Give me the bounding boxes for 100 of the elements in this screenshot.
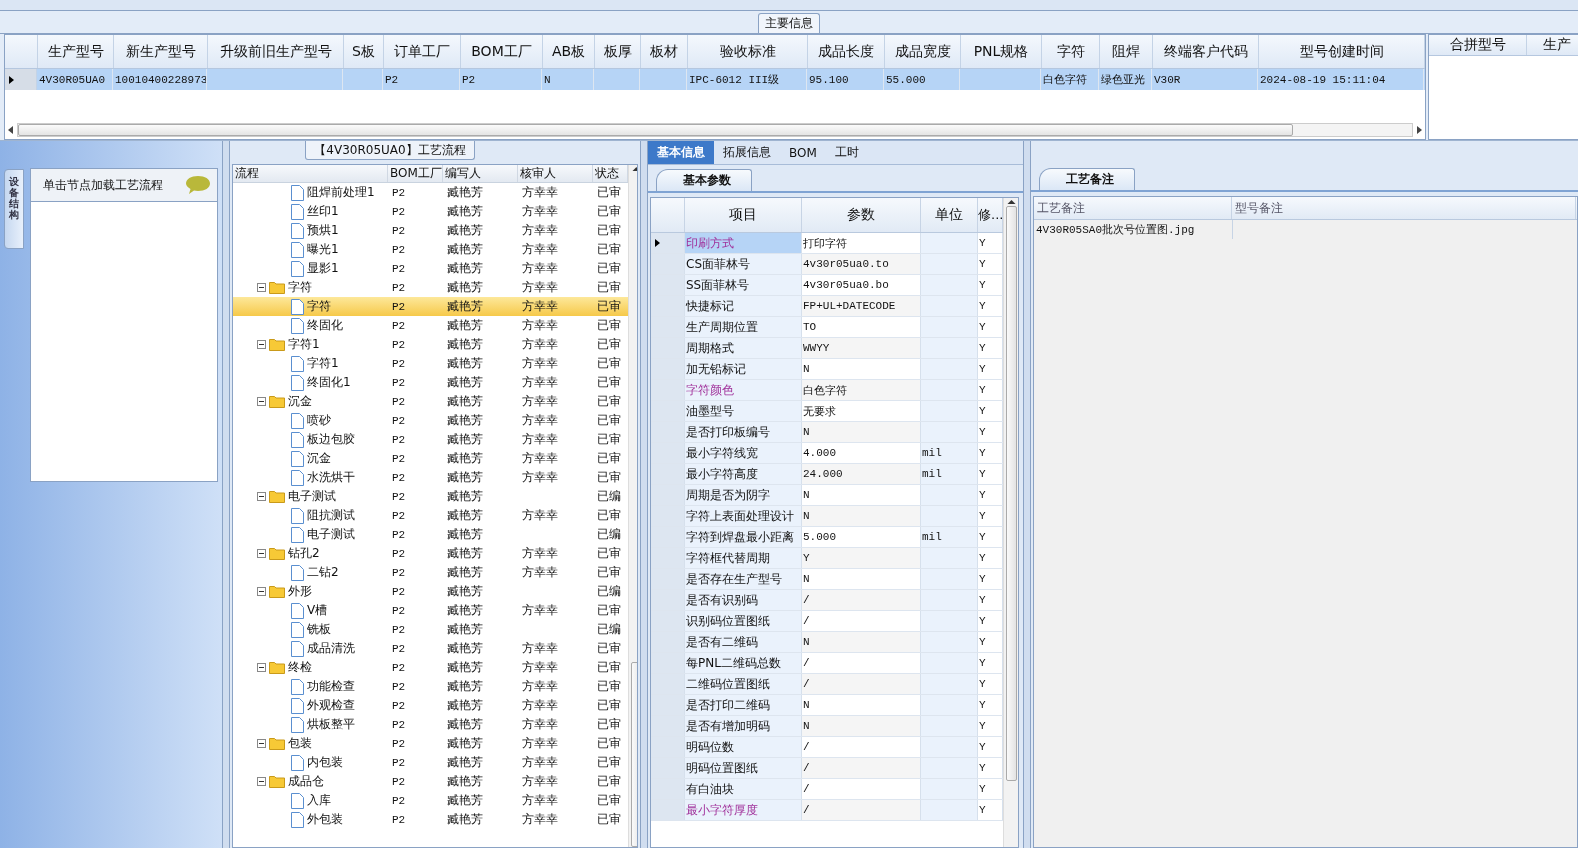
tree-row[interactable]: 终固化 P2 臧艳芳 方幸幸 已审 bbox=[233, 316, 628, 335]
column-header[interactable]: 单位 bbox=[921, 198, 978, 232]
tree-row[interactable]: 铣板 P2 臧艳芳 已编 bbox=[233, 620, 628, 639]
table-row[interactable]: 生产周期位置 TO Y bbox=[651, 317, 1003, 338]
column-header[interactable]: BOM工厂 bbox=[388, 165, 443, 182]
scroll-right-icon[interactable] bbox=[1415, 125, 1423, 135]
collapse-icon[interactable] bbox=[257, 549, 266, 558]
column-header[interactable]: 成品长度 bbox=[808, 35, 885, 68]
tree-row[interactable]: 丝印1 P2 臧艳芳 方幸幸 已审 bbox=[233, 202, 628, 221]
column-header[interactable]: 验收标准 bbox=[688, 35, 808, 68]
tree-row[interactable]: 板边包胶 P2 臧艳芳 方幸幸 已审 bbox=[233, 430, 628, 449]
column-header[interactable]: 型号备注 bbox=[1232, 197, 1576, 219]
table-row[interactable]: 明码位数 / Y bbox=[651, 737, 1003, 758]
table-row[interactable]: SS面菲林号 4v30r05ua0.bo Y bbox=[651, 275, 1003, 296]
collapse-icon[interactable] bbox=[257, 397, 266, 406]
column-header[interactable]: 终端客户代码 bbox=[1153, 35, 1259, 68]
table-row[interactable]: 是否存在生产型号 N Y bbox=[651, 569, 1003, 590]
table-row[interactable]: 二维码位置图纸 / Y bbox=[651, 674, 1003, 695]
tree-row[interactable]: 内包装 P2 臧艳芳 方幸幸 已审 bbox=[233, 753, 628, 772]
tab[interactable]: 工时 bbox=[825, 141, 868, 164]
collapse-icon[interactable] bbox=[257, 663, 266, 672]
table-row[interactable]: 最小字符厚度 / Y bbox=[651, 800, 1003, 821]
column-header[interactable]: 订单工厂 bbox=[384, 35, 461, 68]
column-header[interactable]: 项目 bbox=[685, 198, 802, 232]
tree-row[interactable]: 钻孔2 P2 臧艳芳 方幸幸 已审 bbox=[233, 544, 628, 563]
tree-row[interactable]: 成品清洗 P2 臧艳芳 方幸幸 已审 bbox=[233, 639, 628, 658]
tree-row[interactable]: 外包装 P2 臧艳芳 方幸幸 已审 bbox=[233, 810, 628, 829]
tree-row[interactable]: 字符 P2 臧艳芳 方幸幸 已审 bbox=[233, 297, 628, 316]
column-header[interactable]: 新生产型号 bbox=[114, 35, 208, 68]
tree-row[interactable]: 字符 P2 臧艳芳 方幸幸 已审 bbox=[233, 278, 628, 297]
tree-row[interactable]: 字符1 P2 臧艳芳 方幸幸 已审 bbox=[233, 335, 628, 354]
column-header[interactable]: 生产 bbox=[1527, 35, 1578, 55]
table-row[interactable]: 油墨型号 无要求 Y bbox=[651, 401, 1003, 422]
table-row[interactable]: 每PNL二维码总数 / Y bbox=[651, 653, 1003, 674]
table-row[interactable]: 识别码位置图纸 / Y bbox=[651, 611, 1003, 632]
tree-row[interactable]: 电子测试 P2 臧艳芳 已编 bbox=[233, 525, 628, 544]
tree-row[interactable]: 功能检查 P2 臧艳芳 方幸幸 已审 bbox=[233, 677, 628, 696]
tree-row[interactable]: 阻抗测试 P2 臧艳芳 方幸幸 已审 bbox=[233, 506, 628, 525]
column-header[interactable]: 参数 bbox=[802, 198, 921, 232]
collapse-icon[interactable] bbox=[257, 739, 266, 748]
column-header[interactable]: BOM工厂 bbox=[461, 35, 543, 68]
tree-row[interactable]: 阻焊前处理1 P2 臧艳芳 方幸幸 已审 bbox=[233, 183, 628, 202]
tree-row[interactable]: 喷砂 P2 臧艳芳 方幸幸 已审 bbox=[233, 411, 628, 430]
column-header[interactable]: 升级前旧生产型号 bbox=[208, 35, 344, 68]
collapse-icon[interactable] bbox=[257, 492, 266, 501]
tab[interactable]: 拓展信息 bbox=[714, 141, 780, 164]
table-row[interactable]: CS面菲林号 4v30r05ua0.to Y bbox=[651, 254, 1003, 275]
vertical-tab[interactable]: 设备结构 bbox=[4, 169, 24, 249]
tree-row[interactable]: 外形 P2 臧艳芳 已编 bbox=[233, 582, 628, 601]
tree-row[interactable]: 显影1 P2 臧艳芳 方幸幸 已审 bbox=[233, 259, 628, 278]
table-row[interactable]: 是否打印二维码 N Y bbox=[651, 695, 1003, 716]
table-row[interactable]: 是否有二维码 N Y bbox=[651, 632, 1003, 653]
tree-row[interactable]: 水洗烘干 P2 臧艳芳 方幸幸 已审 bbox=[233, 468, 628, 487]
column-header[interactable]: 编写人 bbox=[443, 165, 518, 182]
tree-row[interactable]: 包装 P2 臧艳芳 方幸幸 已审 bbox=[233, 734, 628, 753]
collapse-icon[interactable] bbox=[257, 340, 266, 349]
column-header[interactable]: 流程 bbox=[233, 165, 388, 182]
table-row[interactable]: 印刷方式 打印字符 Y bbox=[651, 233, 1003, 254]
tree-row[interactable]: 沉金 P2 臧艳芳 方幸幸 已审 bbox=[233, 449, 628, 468]
column-header[interactable]: 成品宽度 bbox=[885, 35, 961, 68]
vertical-scrollbar[interactable] bbox=[1003, 198, 1018, 847]
column-header[interactable]: 字符 bbox=[1042, 35, 1100, 68]
table-row[interactable]: 字符颜色 白色字符 Y bbox=[651, 380, 1003, 401]
horizontal-scrollbar[interactable] bbox=[7, 123, 1423, 137]
collapse-icon[interactable] bbox=[257, 587, 266, 596]
tree-row[interactable]: 外观检查 P2 臧艳芳 方幸幸 已审 bbox=[233, 696, 628, 715]
tree-row[interactable]: 沉金 P2 臧艳芳 方幸幸 已审 bbox=[233, 392, 628, 411]
column-header[interactable]: 板厚 bbox=[595, 35, 641, 68]
table-row[interactable]: 最小字符线宽 4.000 mil Y bbox=[651, 443, 1003, 464]
tab[interactable]: 工艺备注 bbox=[1039, 168, 1135, 190]
column-header[interactable]: PNL规格 bbox=[961, 35, 1042, 68]
tree-row[interactable]: 成品仓 P2 臧艳芳 方幸幸 已审 bbox=[233, 772, 628, 791]
tab[interactable]: BOM bbox=[780, 141, 826, 164]
table-row[interactable]: 字符到焊盘最小距离 5.000 mil Y bbox=[651, 527, 1003, 548]
collapse-icon[interactable] bbox=[257, 283, 266, 292]
table-row[interactable]: 字符框代替周期 Y Y bbox=[651, 548, 1003, 569]
table-row[interactable]: 字符上表面处理设计 N Y bbox=[651, 506, 1003, 527]
table-row[interactable]: 是否打印板编号 N Y bbox=[651, 422, 1003, 443]
column-header[interactable]: AB板 bbox=[543, 35, 595, 68]
column-header[interactable]: S板 bbox=[344, 35, 384, 68]
tab[interactable]: 基本参数 bbox=[656, 169, 752, 191]
tree-row[interactable]: V槽 P2 臧艳芳 方幸幸 已审 bbox=[233, 601, 628, 620]
tree-row[interactable]: 烘板整平 P2 臧艳芳 方幸幸 已审 bbox=[233, 715, 628, 734]
table-row[interactable]: 周期格式 WWYY Y bbox=[651, 338, 1003, 359]
tab[interactable]: 基本信息 bbox=[648, 141, 714, 164]
table-row[interactable]: 是否有增加明码 N Y bbox=[651, 716, 1003, 737]
table-row[interactable]: 最小字符高度 24.000 mil Y bbox=[651, 464, 1003, 485]
table-row[interactable]: 加无铅标记 N Y bbox=[651, 359, 1003, 380]
tree-row[interactable]: 曝光1 P2 臧艳芳 方幸幸 已审 bbox=[233, 240, 628, 259]
tree-row[interactable]: 二钻2 P2 臧艳芳 方幸幸 已审 bbox=[233, 563, 628, 582]
tree-row[interactable]: 终检 P2 臧艳芳 方幸幸 已审 bbox=[233, 658, 628, 677]
tree-row[interactable]: 字符1 P2 臧艳芳 方幸幸 已审 bbox=[233, 354, 628, 373]
tree-row[interactable]: 终固化1 P2 臧艳芳 方幸幸 已审 bbox=[233, 373, 628, 392]
column-header[interactable]: 工艺备注 bbox=[1034, 197, 1232, 219]
table-row[interactable]: 快捷标记 FP+UL+DATECODE Y bbox=[651, 296, 1003, 317]
table-row[interactable]: 4V30R05UA0 10010400228973 P2 P2 N IPC-6012 III级 95.100 55.000 白色字符 绿色亚光 V30R 2024-08-19 15:11:04 bbox=[5, 69, 1425, 90]
column-header[interactable]: 合拼型号 bbox=[1429, 35, 1527, 55]
table-row[interactable]: 明码位置图纸 / Y bbox=[651, 758, 1003, 779]
table-row[interactable]: 是否有识别码 / Y bbox=[651, 590, 1003, 611]
column-header[interactable]: 阻焊 bbox=[1100, 35, 1153, 68]
